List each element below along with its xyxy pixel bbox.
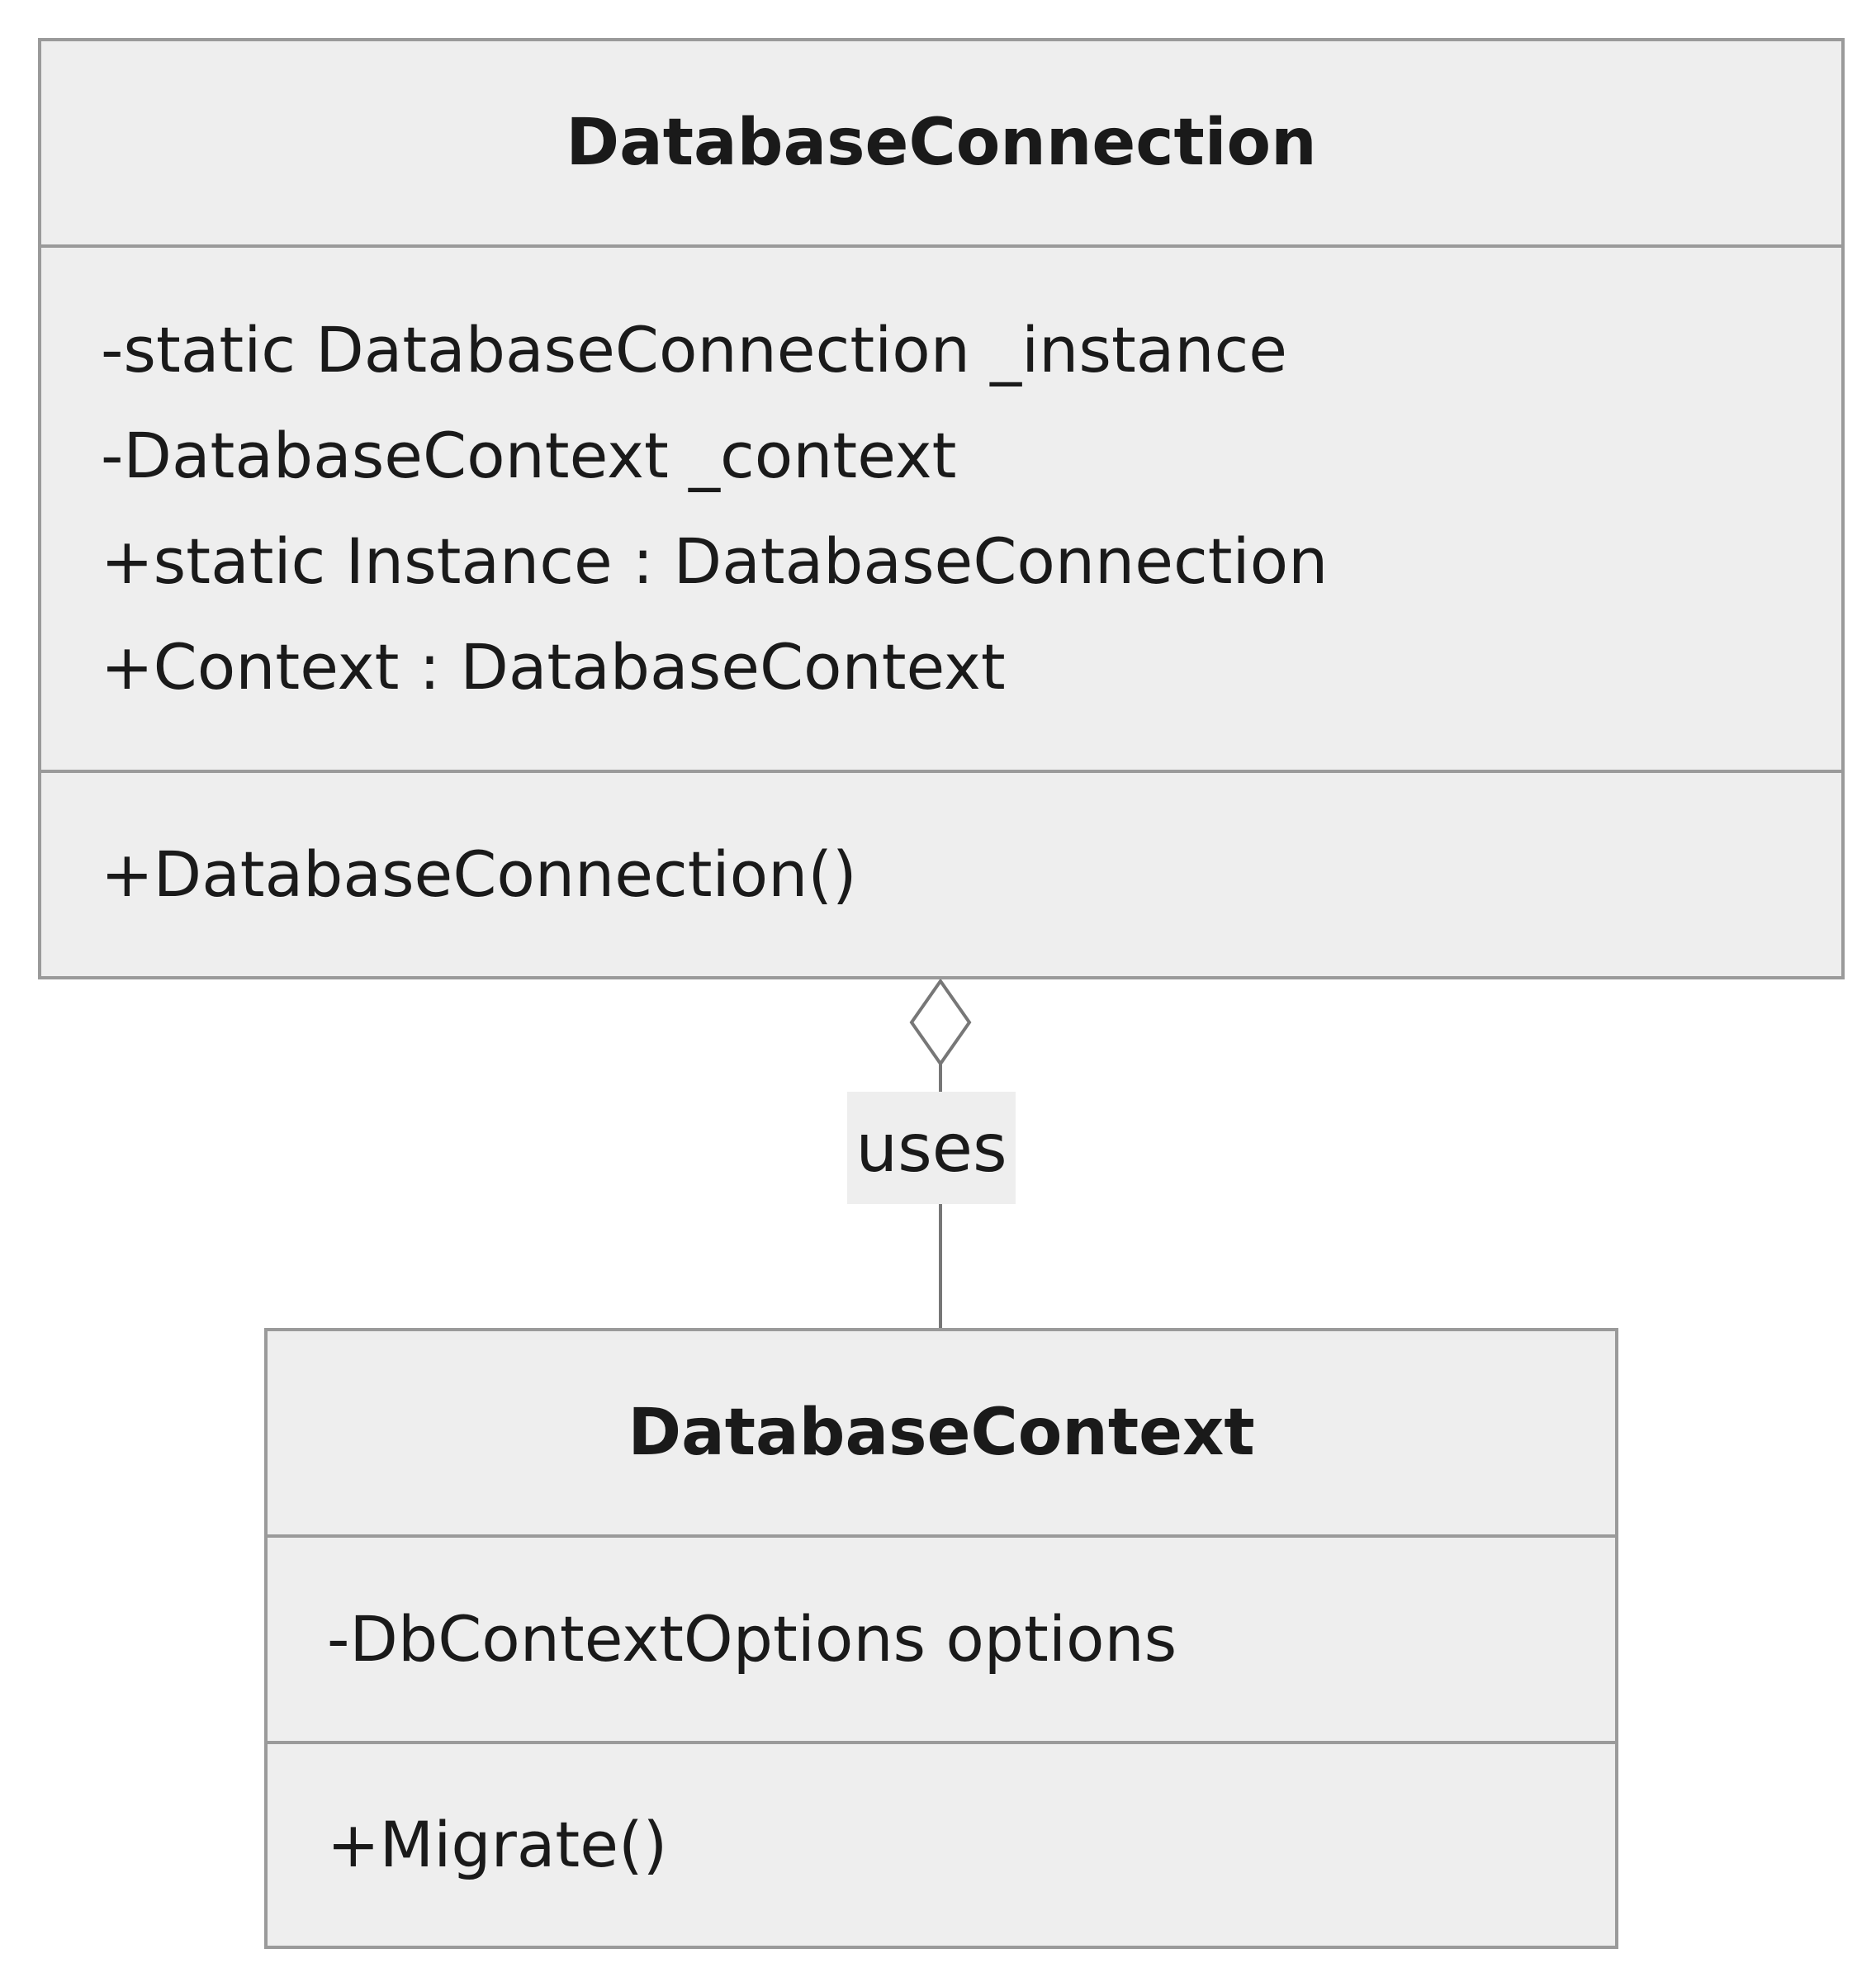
class-name-database-context: DatabaseContext [268, 1331, 1615, 1538]
method-item: +Migrate() [327, 1808, 668, 1881]
methods-section: +DatabaseConnection() [41, 773, 1841, 976]
aggregation-diamond-icon [909, 978, 972, 1067]
attribute-item: +static Instance : DatabaseConnection [101, 524, 1329, 598]
relationship-label-text: uses [855, 1109, 1007, 1187]
attribute-item: -DbContextOptions options [327, 1602, 1177, 1676]
attribute-item: -static DatabaseConnection _instance [101, 313, 1288, 386]
methods-section: +Migrate() [268, 1744, 1615, 1946]
class-box-database-context[interactable]: DatabaseContext -DbContextOptions option… [264, 1328, 1618, 1949]
attribute-item: -DatabaseContext _context [101, 419, 957, 492]
attributes-section: -static DatabaseConnection _instance -Da… [41, 248, 1841, 773]
attributes-section: -DbContextOptions options [268, 1538, 1615, 1744]
class-name-database-connection: DatabaseConnection [41, 41, 1841, 248]
attribute-item: +Context : DatabaseContext [101, 630, 1006, 704]
relationship-label: uses [847, 1092, 1016, 1204]
method-item: +DatabaseConnection() [101, 837, 857, 911]
class-box-database-connection[interactable]: DatabaseConnection -static DatabaseConne… [38, 38, 1845, 979]
